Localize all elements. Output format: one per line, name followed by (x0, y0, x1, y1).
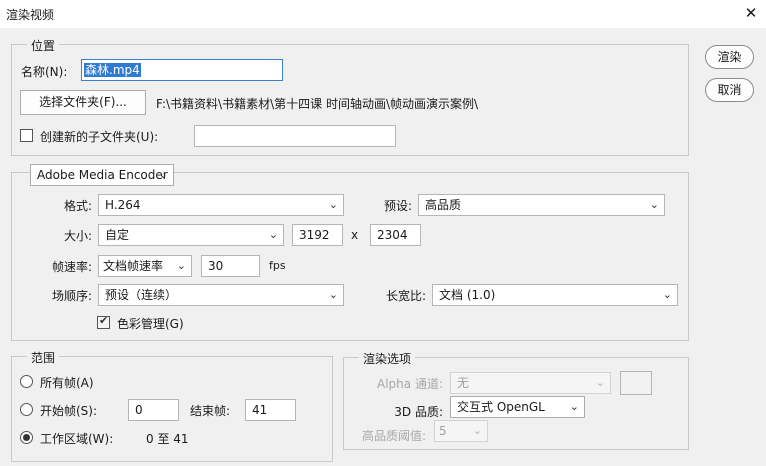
hq-threshold-select-value: 5 (439, 424, 447, 438)
field-order-select-value: 预设（连续） (105, 288, 178, 302)
format-select[interactable]: H.264 ⌄ (98, 194, 344, 216)
encoder-select-value: Adobe Media Encoder (37, 168, 168, 182)
render-button[interactable]: 渲染 (705, 45, 754, 69)
format-label: 格式: (63, 199, 92, 213)
format-select-value: H.264 (105, 198, 141, 212)
render-options-legend: 渲染选项 (359, 350, 416, 367)
start-frame-radio[interactable] (20, 403, 33, 416)
subfolder-checkbox[interactable] (20, 129, 33, 142)
quality-3d-select-value: 交互式 OpenGL (457, 400, 545, 414)
start-frame-label: 开始帧(S): (40, 404, 98, 418)
matte-color-swatch[interactable] (620, 371, 652, 395)
close-icon[interactable]: ✕ (742, 3, 760, 23)
hq-threshold-label: 高品质阈值: (361, 429, 426, 443)
chevron-down-icon: ⌄ (662, 288, 672, 301)
location-legend: 位置 (27, 37, 60, 54)
preset-select[interactable]: 高品质 ⌄ (418, 194, 665, 216)
folder-path: F:\书籍资料\书籍素材\第十四课 时间轴动画\帧动画演示案例\ (156, 97, 479, 111)
aspect-label: 长宽比: (385, 289, 426, 303)
window-title: 渲染视频 (6, 8, 55, 22)
size-select-value: 自定 (105, 228, 130, 242)
subfolder-input[interactable] (194, 125, 396, 147)
field-order-label: 场顺序: (51, 289, 92, 303)
color-management-label: 色彩管理(G) (117, 317, 184, 331)
name-input-value: 森林.mp4 (84, 63, 141, 77)
preset-select-value: 高品质 (425, 198, 462, 212)
framerate-label: 帧速率: (51, 260, 92, 274)
hq-threshold-select[interactable]: 5 ⌄ (434, 420, 488, 442)
aspect-select-value: 文档 (1.0) (439, 288, 496, 302)
all-frames-label: 所有帧(A) (40, 376, 94, 390)
checkmark-icon: ✔ (99, 314, 109, 327)
chevron-down-icon: ⌄ (569, 400, 579, 413)
work-area-value: 0 至 41 (146, 432, 189, 446)
alpha-channel-select[interactable]: 无 ⌄ (450, 372, 611, 394)
framerate-select[interactable]: 文档帧速率 ⌄ (98, 255, 192, 277)
width-input[interactable]: 3192 (292, 224, 343, 246)
name-input[interactable]: 森林.mp4 (81, 59, 283, 81)
alpha-channel-select-value: 无 (457, 376, 470, 390)
field-order-select[interactable]: 预设（连续） ⌄ (98, 284, 344, 306)
cancel-button[interactable]: 取消 (705, 78, 754, 102)
size-select[interactable]: 自定 ⌄ (98, 224, 284, 246)
quality-3d-select[interactable]: 交互式 OpenGL ⌄ (450, 396, 585, 418)
end-frame-input[interactable]: 41 (245, 399, 296, 421)
range-legend: 范围 (27, 349, 60, 366)
alpha-channel-label: Alpha 通道: (377, 377, 443, 391)
work-area-radio[interactable] (20, 431, 33, 444)
framerate-input[interactable]: 30 (201, 255, 260, 277)
quality-3d-label: 3D 品质: (394, 405, 443, 419)
choose-folder-button[interactable]: 选择文件夹(F)... (20, 90, 146, 115)
chevron-down-icon: ⌄ (328, 288, 338, 301)
fps-unit: fps (269, 259, 286, 272)
chevron-down-icon: ⌄ (176, 259, 186, 272)
chevron-down-icon: ⌄ (158, 168, 168, 181)
height-input[interactable]: 2304 (370, 224, 421, 246)
size-label: 大小: (63, 229, 92, 243)
preset-label: 预设: (383, 199, 412, 213)
framerate-select-value: 文档帧速率 (103, 259, 164, 273)
encoder-select[interactable]: Adobe Media Encoder ⌄ (30, 164, 174, 186)
chevron-down-icon: ⌄ (328, 198, 338, 211)
chevron-down-icon: ⌄ (472, 424, 482, 437)
radio-dot-icon (23, 434, 30, 441)
all-frames-radio[interactable] (20, 375, 33, 388)
name-label: 名称(N): (21, 65, 68, 79)
subfolder-checkbox-label: 创建新的子文件夹(U): (40, 130, 159, 144)
work-area-label: 工作区域(W): (40, 432, 114, 446)
end-frame-label: 结束帧: (190, 404, 231, 418)
size-times-sign: x (351, 228, 359, 242)
chevron-down-icon: ⌄ (595, 376, 605, 389)
aspect-select[interactable]: 文档 (1.0) ⌄ (432, 284, 678, 306)
start-frame-input[interactable]: 0 (128, 399, 179, 421)
color-management-checkbox[interactable]: ✔ (97, 314, 110, 329)
chevron-down-icon: ⌄ (649, 198, 659, 211)
chevron-down-icon: ⌄ (268, 228, 278, 241)
title-bar (0, 0, 766, 28)
